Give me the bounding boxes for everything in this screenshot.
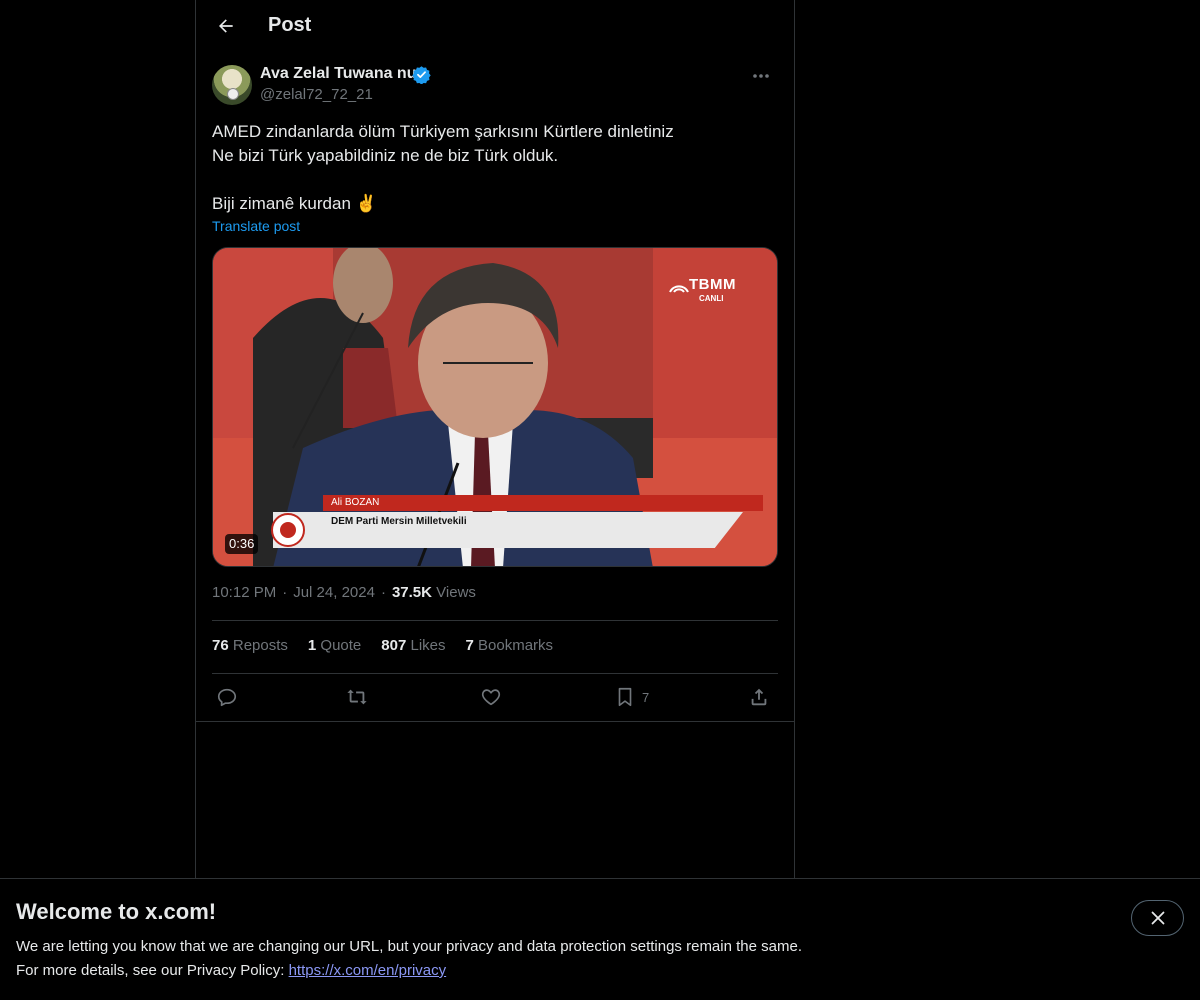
parliament-seal-icon — [271, 513, 305, 547]
post-time[interactable]: 10:12 PM — [212, 584, 276, 601]
more-options-button[interactable] — [744, 64, 778, 88]
close-banner-button[interactable] — [1131, 900, 1184, 936]
divider — [212, 673, 778, 674]
banner-details: For more details, see our Privacy Policy… — [16, 962, 446, 979]
post-meta: 10:12 PM · Jul 24, 2024 · 37.5K Views — [212, 584, 476, 601]
lower-third-title: DEM Parti Mersin Milletvekili — [273, 512, 743, 548]
bookmark-button[interactable]: 7 — [614, 683, 649, 711]
repost-icon — [347, 689, 367, 705]
share-icon — [751, 688, 767, 706]
video-player[interactable]: TBMM CANLI Ali BOZAN DEM Parti Mersin Mi… — [212, 247, 778, 567]
lower-third-name: Ali BOZAN — [323, 495, 763, 511]
banner-message: We are letting you know that we are chan… — [16, 938, 802, 955]
arrow-left-icon — [219, 19, 233, 33]
likes-stat[interactable]: 807 Likes — [381, 637, 445, 654]
post-text-line: Biji zimanê kurdan ✌️ — [212, 194, 377, 213]
author-display-name[interactable]: Ava Zelal Tuwana nu — [260, 65, 416, 83]
more-dots-icon — [753, 74, 769, 78]
banner-details-text: For more details, see our Privacy Policy… — [16, 962, 289, 979]
privacy-policy-link[interactable]: https://x.com/en/privacy — [289, 962, 447, 979]
primary-column: Post Ava Zelal Tuwana nu @zelal72_72_21 … — [195, 0, 795, 1000]
bookmark-icon — [618, 687, 632, 707]
bookmarks-stat[interactable]: 7 Bookmarks — [466, 637, 554, 654]
action-bar: 7 — [212, 683, 778, 713]
author-handle[interactable]: @zelal72_72_21 — [260, 86, 373, 103]
url-change-banner: Welcome to x.com! We are letting you kno… — [0, 878, 1200, 1000]
post-text: AMED zindanlarda ölüm Türkiyem şarkısını… — [212, 120, 778, 216]
banner-title: Welcome to x.com! — [16, 899, 217, 924]
close-icon — [1151, 911, 1164, 925]
tbmm-logo-icon — [669, 285, 689, 293]
repost-button[interactable] — [346, 683, 368, 711]
like-button[interactable] — [480, 683, 502, 711]
reply-icon — [217, 688, 237, 707]
like-icon — [481, 689, 501, 706]
views-label: Views — [436, 584, 476, 601]
video-duration-badge: 0:36 — [225, 534, 259, 554]
channel-live-label: CANLI — [699, 294, 724, 303]
share-button[interactable] — [748, 683, 770, 711]
divider — [212, 620, 778, 621]
post-date[interactable]: Jul 24, 2024 — [293, 584, 375, 601]
translate-post-link[interactable]: Translate post — [212, 218, 300, 234]
bookmark-count: 7 — [642, 689, 650, 705]
post-text-line: Ne bizi Türk yapabildiniz ne de biz Türk… — [212, 146, 559, 165]
reposts-stat[interactable]: 76 Reposts — [212, 637, 288, 654]
divider — [196, 721, 794, 722]
page-title: Post — [268, 14, 312, 36]
avatar[interactable] — [212, 65, 252, 105]
post-text-line: AMED zindanlarda ölüm Türkiyem şarkısını… — [212, 122, 674, 141]
channel-logo-text: TBMM — [689, 276, 736, 293]
post-author: Ava Zelal Tuwana nu @zelal72_72_21 — [212, 64, 778, 108]
post-header: Post — [196, 0, 794, 53]
channel-logo: TBMM CANLI — [667, 270, 737, 310]
reply-button[interactable] — [216, 683, 238, 711]
back-button[interactable] — [208, 8, 244, 44]
verified-badge-icon[interactable] — [412, 65, 431, 84]
views-count: 37.5K — [391, 584, 432, 601]
quotes-stat[interactable]: 1 Quote — [308, 637, 361, 654]
post-stats: 76 Reposts 1 Quote 807 Likes 7 Bookmarks — [212, 637, 553, 654]
